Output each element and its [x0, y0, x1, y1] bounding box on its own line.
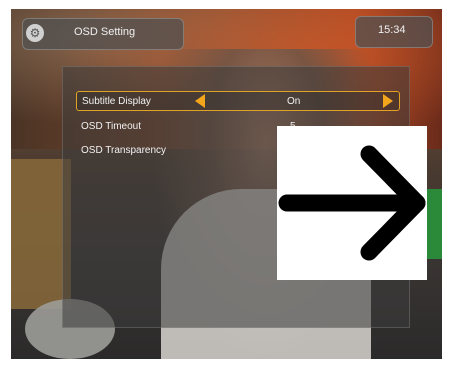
- right-arrow-icon[interactable]: [383, 94, 393, 108]
- menu-item-label: Subtitle Display: [82, 96, 151, 107]
- arrow-overlay-card: [277, 126, 427, 280]
- left-arrow-icon[interactable]: [195, 94, 205, 108]
- green-light: [426, 189, 442, 259]
- screen-frame: ⚙ OSD Setting 15:34 Subtitle Display On …: [0, 0, 453, 368]
- menu-item-value: On: [287, 96, 301, 107]
- clock-time: 15:34: [378, 24, 406, 36]
- menu-item-label: OSD Transparency: [81, 145, 167, 156]
- menu-item-label: OSD Timeout: [81, 121, 142, 132]
- right-arrow-icon: [278, 145, 426, 261]
- settings-icon: ⚙: [26, 24, 44, 42]
- menu-item-subtitle-display[interactable]: Subtitle Display On: [76, 91, 400, 111]
- page-title: OSD Setting: [74, 26, 136, 38]
